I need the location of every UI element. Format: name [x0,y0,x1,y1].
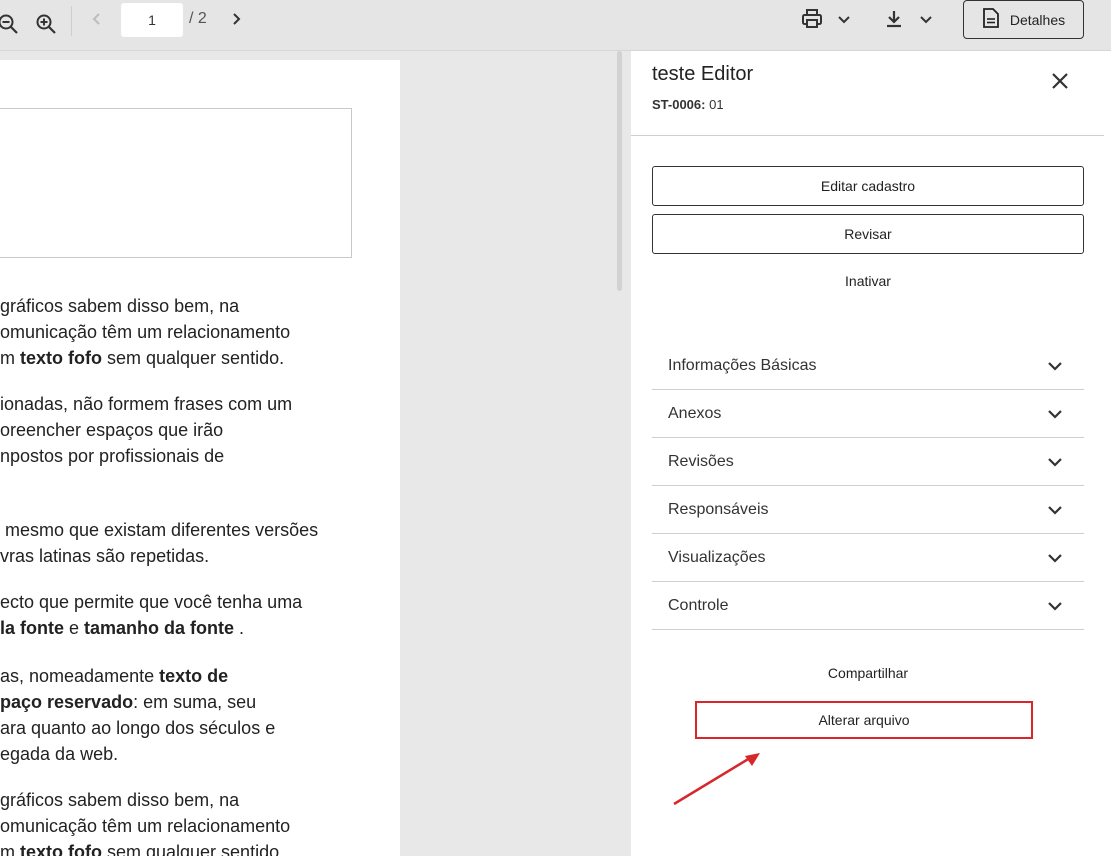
document-text-run: gráficos sabem disso bem, na [0,296,240,316]
close-icon[interactable] [1049,70,1071,92]
document-text-run: m [0,348,20,368]
document-text-run: : em suma, seu [133,692,257,712]
document-viewer[interactable]: gráficos sabem disso bem, na omunicação t… [0,51,612,856]
share-button[interactable]: Compartilhar [652,656,1084,690]
document-placeholder-box [0,108,352,258]
accordion-item[interactable]: Controle [652,582,1084,630]
document-code-value: 01 [705,97,724,112]
accordion-item-label: Controle [668,597,729,614]
document-text-line: mesmo que existam diferentes versões [0,517,400,544]
document-text-run: mesmo que existam diferentes versões [0,520,319,540]
change-file-button[interactable]: Alterar arquivo [695,701,1033,739]
panel-title: teste Editor [652,63,754,85]
document-text-line: la fonte e tamanho da fonte . [0,615,400,642]
document-text-bold: texto de [159,666,229,686]
document-text-line: oreencher espaços que irão [0,417,400,444]
review-button[interactable]: Revisar [652,214,1084,254]
deactivate-button[interactable]: Inativar [652,264,1084,298]
document-text-run: sem qualquer sentido. [101,842,285,856]
details-button-label: Detalhes [1009,11,1066,28]
document-icon [982,8,1000,31]
document-text-line: paço reservado: em suma, seu [0,689,400,716]
document-text-run: egada da web. [0,744,119,764]
accordion-item-label: Revisões [668,453,734,470]
edit-registration-button[interactable]: Editar cadastro [652,166,1084,206]
accordion-item-label: Visualizações [668,549,766,566]
details-panel: teste Editor ST-0006: 01 Editar cadastro… [631,51,1111,856]
document-text-run: vras latinas são repetidas. [0,546,210,566]
print-icon[interactable] [796,3,828,35]
document-page: gráficos sabem disso bem, na omunicação t… [0,60,400,856]
page-number-input[interactable] [121,3,183,37]
document-text-run: m [0,842,20,856]
document-text-run: ionadas, não formem frases com um [0,394,293,414]
document-text-run: omunicação têm um relacionamento [0,322,291,342]
document-text-line: gráficos sabem disso bem, na [0,787,400,814]
document-code-label: ST-0006: [652,97,706,112]
document-text-line: ionadas, não formem frases com um [0,391,400,418]
document-code: ST-0006: 01 [652,97,724,112]
accordion-item-label: Anexos [668,405,722,422]
chevron-down-icon [1046,597,1064,615]
accordion-item[interactable]: Visualizações [652,534,1084,582]
document-text-bold: tamanho da fonte [84,618,235,638]
toolbar-separator [71,6,72,36]
document-text-run: gráficos sabem disso bem, na [0,790,240,810]
accordion-item[interactable]: Informações Básicas [652,342,1084,390]
document-text-line: gráficos sabem disso bem, na [0,293,400,320]
chevron-down-icon [1046,501,1064,519]
document-text-run: as, nomeadamente [0,666,160,686]
chevron-down-icon [1046,405,1064,423]
chevron-down-icon [1046,453,1064,471]
document-text-run: omunicação têm um relacionamento [0,816,291,836]
document-text-line: ara quanto ao longo dos séculos e [0,715,400,742]
panel-divider [631,135,1104,136]
document-text-line: npostos por profissionais de [0,443,400,470]
chevron-down-icon [1046,357,1064,375]
document-text-bold: texto fofo [20,348,102,368]
document-text-line: ecto que permite que você tenha uma [0,589,400,616]
viewer-toolbar: / 2 Detalhes [0,0,1111,51]
document-text-run: oreencher espaços que irão [0,420,224,440]
document-text-bold: paço reservado [0,692,134,712]
download-icon[interactable] [878,3,910,35]
accordion-item[interactable]: Anexos [652,390,1084,438]
zoom-in-icon[interactable] [30,8,62,40]
document-text-bold: texto fofo [20,842,102,856]
annotation-arrow [673,753,760,806]
accordion-item-label: Responsáveis [668,501,769,518]
download-options-chevron-icon[interactable] [910,3,942,35]
document-text-line: m texto fofo sem qualquer sentido. [0,345,400,372]
document-text-run: ara quanto ao longo dos séculos e [0,718,276,738]
accordion-item-label: Informações Básicas [668,357,817,374]
viewer-scrollbar[interactable] [617,51,622,291]
details-button[interactable]: Detalhes [963,0,1084,39]
accordion-item[interactable]: Responsáveis [652,486,1084,534]
document-text-line: egada da web. [0,741,400,768]
document-text-run: sem qualquer sentido. [101,348,285,368]
document-text-run: ecto que permite que você tenha uma [0,592,303,612]
zoom-out-icon[interactable] [0,8,24,40]
chevron-down-icon [1046,549,1064,567]
document-text-bold: la fonte [0,618,65,638]
document-text-line: as, nomeadamente texto de [0,663,400,690]
next-page-icon[interactable] [220,3,252,35]
accordion-item[interactable]: Revisões [652,438,1084,486]
print-options-chevron-icon[interactable] [828,3,860,35]
document-text-line: m texto fofo sem qualquer sentido. [0,839,400,856]
document-text-line: omunicação têm um relacionamento [0,319,400,346]
document-text-line: vras latinas são repetidas. [0,543,400,570]
document-text-line: omunicação têm um relacionamento [0,813,400,840]
document-text-run: . [234,618,245,638]
page-total: / 2 [189,10,207,27]
previous-page-icon[interactable] [81,3,113,35]
document-text-run: npostos por profissionais de [0,446,225,466]
document-text-run: e [64,618,85,638]
